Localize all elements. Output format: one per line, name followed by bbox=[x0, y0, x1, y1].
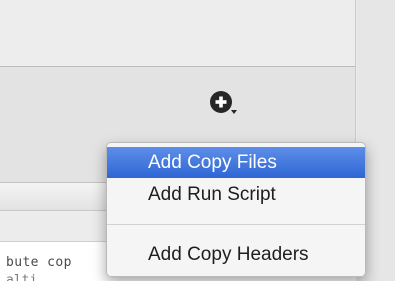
menu-item-add-run-script[interactable]: Add Run Script bbox=[107, 179, 365, 210]
code-line: bute cop bbox=[6, 255, 72, 270]
plus-circle-dropdown-icon bbox=[210, 91, 237, 114]
menu-separator bbox=[107, 224, 365, 225]
add-build-phase-menu: Add Copy Files Add Run Script Add Copy H… bbox=[106, 142, 366, 277]
top-panel bbox=[0, 0, 356, 66]
menu-item-add-copy-headers[interactable]: Add Copy Headers bbox=[107, 239, 365, 270]
add-build-phase-button[interactable] bbox=[208, 89, 240, 121]
menu-item-add-copy-files[interactable]: Add Copy Files bbox=[107, 147, 365, 178]
code-line: alti bbox=[6, 273, 38, 281]
